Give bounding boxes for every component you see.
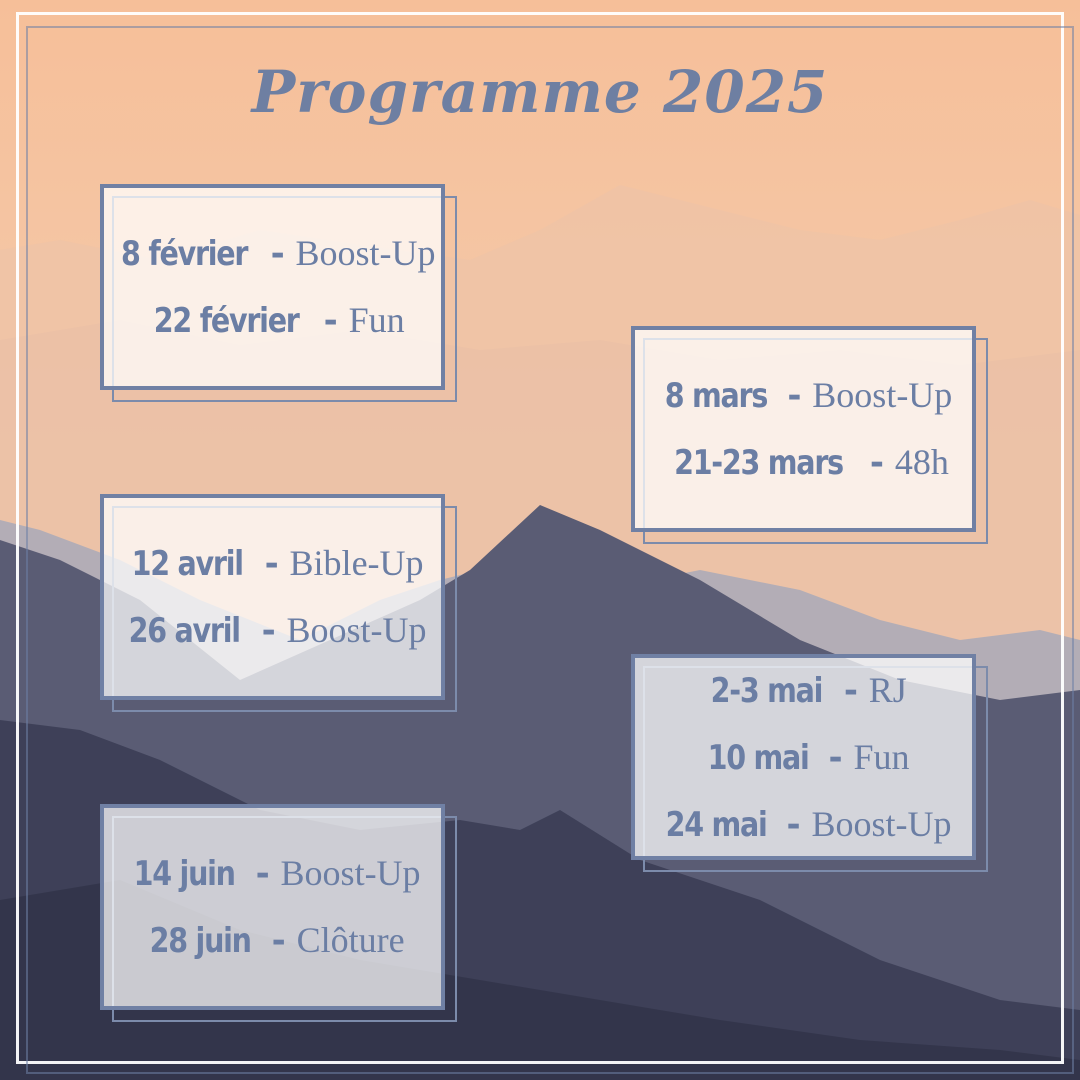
event-separator: -: [255, 854, 270, 894]
event-separator: -: [843, 670, 858, 711]
card-box: 8 mars - Boost-Up 21-23 mars - 48h: [631, 326, 976, 532]
event-line: 12 avril - Bible-Up: [121, 530, 423, 597]
schedule-card-may: 2-3 mai - RJ 10 mai - Fun 24 mai - Boost…: [631, 654, 988, 872]
event-name: Boost-Up: [811, 803, 952, 844]
event-date: 8 février: [121, 234, 249, 274]
event-separator: -: [828, 737, 843, 778]
event-separator: -: [323, 301, 338, 341]
event-date: 2-3 mai: [710, 670, 824, 711]
schedule-card-june: 14 juin - Boost-Up 28 juin - Clôture: [100, 804, 457, 1022]
event-separator: -: [869, 443, 885, 483]
event-line: 24 mai - Boost-Up: [656, 791, 952, 858]
event-separator: -: [787, 376, 802, 416]
card-box: 2-3 mai - RJ 10 mai - Fun 24 mai - Boost…: [631, 654, 976, 860]
card-box: 8 février - Boost-Up 22 février - Fun: [100, 184, 445, 390]
event-separator: -: [261, 611, 276, 651]
event-name: 48h: [894, 442, 949, 482]
event-separator: -: [786, 804, 801, 845]
event-name: Boost-Up: [295, 233, 436, 273]
event-date: 12 avril: [132, 544, 244, 584]
event-date: 21-23 mars: [674, 443, 844, 483]
event-line: 21-23 mars - 48h: [658, 429, 949, 496]
event-date: 24 mai: [665, 804, 767, 845]
event-name: Bible-Up: [289, 543, 424, 583]
event-separator: -: [270, 234, 285, 274]
event-name: Fun: [348, 300, 405, 340]
event-line: 8 mars - Boost-Up: [655, 362, 953, 429]
event-name: Fun: [853, 736, 910, 777]
event-line: 8 février - Boost-Up: [109, 220, 436, 287]
event-line: 10 mai - Fun: [698, 724, 910, 791]
event-line: 26 avril - Boost-Up: [118, 597, 427, 664]
event-separator: -: [271, 921, 286, 961]
schedule-card-march: 8 mars - Boost-Up 21-23 mars - 48h: [631, 326, 988, 544]
event-name: Boost-Up: [286, 610, 427, 650]
schedule-card-february: 8 février - Boost-Up 22 février - Fun: [100, 184, 457, 402]
event-date: 26 avril: [129, 611, 241, 651]
event-separator: -: [264, 544, 279, 584]
event-name: Clôture: [296, 920, 405, 960]
event-date: 10 mai: [707, 737, 809, 778]
event-name: Boost-Up: [280, 853, 421, 893]
card-box: 14 juin - Boost-Up 28 juin - Clôture: [100, 804, 445, 1010]
event-name: Boost-Up: [812, 375, 953, 415]
schedule-card-april: 12 avril - Bible-Up 26 avril - Boost-Up: [100, 494, 457, 712]
event-date: 28 juin: [150, 921, 252, 961]
card-box: 12 avril - Bible-Up 26 avril - Boost-Up: [100, 494, 445, 700]
event-date: 14 juin: [134, 854, 236, 894]
event-date: 22 février: [154, 301, 300, 341]
event-line: 22 février - Fun: [140, 287, 404, 354]
event-name: RJ: [868, 669, 907, 710]
event-date: 8 mars: [664, 376, 768, 416]
page-title: Programme 2025: [251, 58, 829, 126]
event-line: 14 juin - Boost-Up: [124, 840, 421, 907]
event-line: 2-3 mai - RJ: [700, 657, 907, 724]
event-line: 28 juin - Clôture: [140, 907, 404, 974]
